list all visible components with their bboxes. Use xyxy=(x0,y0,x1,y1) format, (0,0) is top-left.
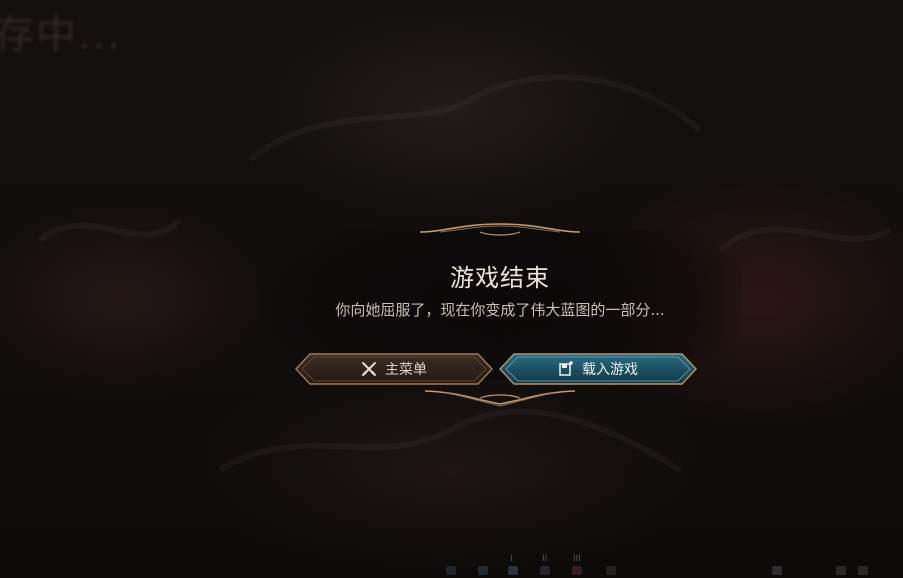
hotbar-slot[interactable] xyxy=(858,566,868,575)
load-save-icon xyxy=(558,361,574,377)
hotbar-slot[interactable] xyxy=(606,566,616,575)
hotbar-page-3[interactable]: III xyxy=(573,554,581,564)
hotbar-slot[interactable] xyxy=(836,566,846,575)
dialog-title: 游戏结束 xyxy=(450,264,550,292)
hotbar-slot[interactable] xyxy=(572,566,582,575)
saving-indicator-text: 存中... xyxy=(0,12,123,58)
hotbar-slot[interactable] xyxy=(478,566,488,575)
hotbar-page-1[interactable]: I xyxy=(510,554,513,564)
load-game-button[interactable]: 载入游戏 xyxy=(498,352,698,386)
crossed-swords-icon xyxy=(361,361,377,377)
hotbar-slot[interactable] xyxy=(446,566,456,575)
main-menu-button-label: 主菜单 xyxy=(385,362,427,378)
main-menu-button[interactable]: 主菜单 xyxy=(294,352,494,386)
hotbar: I II III xyxy=(380,554,900,578)
dialog-message: 你向她屈服了，现在你变成了伟大蓝图的一部分... xyxy=(335,301,665,319)
hotbar-slot[interactable] xyxy=(540,566,550,575)
hotbar-slot[interactable] xyxy=(772,566,782,575)
load-game-button-label: 载入游戏 xyxy=(582,362,638,378)
game-over-dialog: 游戏结束 你向她屈服了，现在你变成了伟大蓝图的一部分... 主菜单 载入游戏 xyxy=(200,222,800,412)
hotbar-page-2[interactable]: II xyxy=(542,554,547,564)
hotbar-slot[interactable] xyxy=(508,566,518,575)
